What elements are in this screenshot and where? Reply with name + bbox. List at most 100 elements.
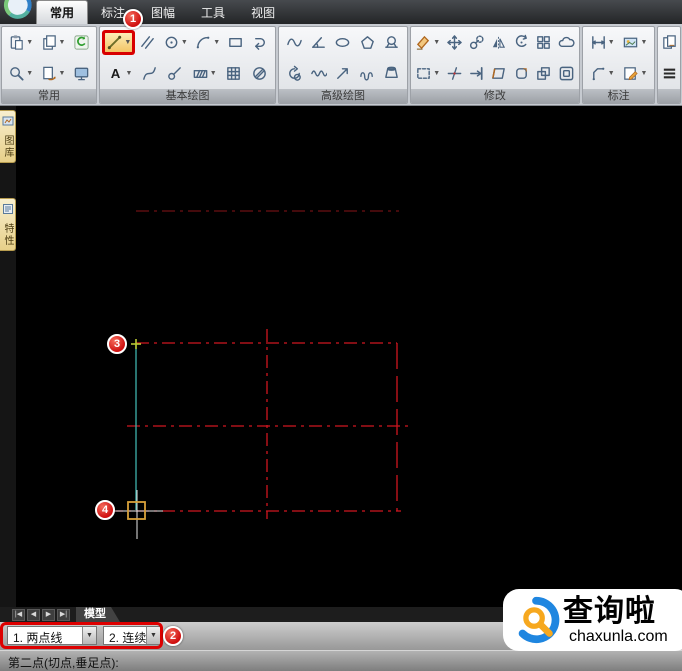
status-bar: 第二点(切点,垂足点): (0, 650, 682, 671)
chevron-down-icon[interactable]: ▼ (433, 39, 440, 46)
squiggle-button[interactable] (309, 64, 328, 83)
chevron-down-icon[interactable]: ▼ (146, 627, 160, 644)
move-button[interactable] (445, 33, 464, 52)
mirror-button[interactable] (489, 33, 508, 52)
angle-button[interactable] (309, 33, 328, 52)
tab-视图[interactable]: 视图 (238, 1, 288, 24)
chevron-down-icon[interactable]: ▼ (640, 70, 647, 77)
polygon-button[interactable] (358, 33, 377, 52)
chevron-down-icon[interactable]: ▼ (124, 39, 131, 46)
spline-button[interactable] (140, 64, 159, 83)
array-button[interactable] (534, 33, 553, 52)
ribbon: ▼ ▼ ▼ ▼ 常用 ▼ ▼ ▼ A ▼ ▼ 基本绘图 高级绘图 ▼ ▼ 修改 ▼ ▼ ▼ ▼ 标注 (0, 24, 682, 106)
shear-icon (490, 65, 507, 82)
send-button[interactable]: ▼ (40, 64, 67, 83)
app-logo-icon[interactable] (3, 0, 33, 20)
copyrot-button[interactable] (467, 33, 486, 52)
watermark: 查询啦 chaxunla.com (503, 589, 682, 651)
region-button[interactable] (250, 64, 269, 83)
wave-button[interactable] (285, 33, 304, 52)
chevron-down-icon[interactable]: ▼ (210, 70, 217, 77)
paste-button[interactable]: ▼ (7, 33, 34, 52)
dimstyle-button[interactable]: ▼ (621, 33, 648, 52)
frame-button[interactable] (512, 64, 531, 83)
chevron-down-icon[interactable]: ▼ (213, 39, 220, 46)
chevron-down-icon[interactable]: ▼ (181, 39, 188, 46)
menulines-button[interactable] (660, 64, 679, 83)
bearing-icon (383, 34, 400, 51)
rectangle-button[interactable] (226, 33, 245, 52)
chevron-down-icon[interactable]: ▼ (125, 70, 132, 77)
screen-button[interactable] (72, 64, 91, 83)
chevron-down-icon[interactable]: ▼ (26, 39, 33, 46)
sheet-nav-button-2[interactable]: ▶ (42, 608, 55, 621)
bearing-button[interactable] (382, 33, 401, 52)
sheet-nav-button-1[interactable]: ◀ (27, 608, 40, 621)
formula-button[interactable] (285, 64, 304, 83)
rotate-button[interactable] (512, 33, 531, 52)
parallel-icon (139, 34, 156, 51)
erase-button[interactable]: ▼ (414, 33, 441, 52)
chain-button[interactable] (358, 64, 377, 83)
dimlinear-button[interactable]: ▼ (589, 33, 616, 52)
ribbon-panel: ▼ ▼ ▼ ▼ 标注 (581, 26, 656, 104)
model-tab[interactable]: 模型 (76, 607, 120, 622)
angle-icon (310, 34, 327, 51)
line-type-combobox[interactable]: 1. 两点线 ▼ (7, 626, 97, 645)
panel-label: 高级绘图 (279, 89, 407, 103)
line-button[interactable]: ▼ (105, 33, 133, 53)
hatch-icon (225, 65, 242, 82)
hatch-button[interactable] (224, 64, 243, 83)
chevron-down-icon[interactable]: ▼ (608, 70, 615, 77)
tab-工具[interactable]: 工具 (188, 1, 238, 24)
sheet-nav-button-3[interactable]: ▶| (57, 608, 70, 621)
section-button[interactable]: ▼ (191, 64, 218, 83)
chevron-down-icon[interactable]: ▼ (82, 627, 96, 644)
ellipse-icon (334, 34, 351, 51)
panel-label: 基本绘图 (100, 89, 276, 103)
docpages-button[interactable] (660, 33, 679, 52)
chevron-down-icon[interactable]: ▼ (433, 70, 440, 77)
polygon-icon (359, 34, 376, 51)
tab-图幅[interactable]: 图幅 (138, 1, 188, 24)
dimedit-icon (622, 65, 639, 82)
dimedit-button[interactable]: ▼ (621, 64, 648, 83)
docpages-icon (661, 34, 678, 51)
region-icon (251, 65, 268, 82)
shear-button[interactable] (489, 64, 508, 83)
chevron-down-icon[interactable]: ▼ (640, 39, 647, 46)
zoom-button[interactable]: ▼ (7, 64, 34, 83)
hook-button[interactable] (251, 33, 270, 52)
chevron-down-icon[interactable]: ▼ (608, 39, 615, 46)
ribbon-tab-strip: 常用 标注 图幅 工具 视图 (36, 0, 288, 24)
line-mode-combobox[interactable]: 2. 连续 ▼ (103, 626, 161, 645)
dimcoord-button[interactable]: ▼ (589, 64, 616, 83)
chevron-down-icon[interactable]: ▼ (59, 39, 66, 46)
circle-button[interactable]: ▼ (162, 33, 189, 52)
chevron-down-icon[interactable]: ▼ (59, 70, 66, 77)
cone-button[interactable] (382, 64, 401, 83)
copy-button[interactable]: ▼ (40, 33, 67, 52)
cloud-button[interactable] (557, 33, 576, 52)
ellipse-button[interactable] (333, 33, 352, 52)
circle-icon (163, 34, 180, 51)
trim-button[interactable] (445, 64, 464, 83)
chevron-down-icon[interactable]: ▼ (26, 70, 33, 77)
tab-常用[interactable]: 常用 (36, 0, 89, 24)
arrow-button[interactable] (333, 64, 352, 83)
watermark-domain: chaxunla.com (569, 627, 668, 645)
stack-button[interactable] (534, 64, 553, 83)
sketch-button[interactable] (165, 64, 184, 83)
text-button[interactable]: A ▼ (106, 64, 133, 83)
select-button[interactable]: ▼ (414, 64, 441, 83)
line-mode-value: 2. 连续 (109, 631, 146, 644)
titlebar: 常用 标注 图幅 工具 视图 (0, 0, 682, 24)
offset-button[interactable] (557, 64, 576, 83)
sheet-nav-button-0[interactable]: |◀ (12, 608, 25, 621)
extend-button[interactable] (467, 64, 486, 83)
parallel-button[interactable] (138, 33, 157, 52)
arc-button[interactable]: ▼ (194, 33, 221, 52)
trim-icon (446, 65, 463, 82)
drawing-canvas[interactable]: 图库 特性 3 4 (0, 106, 682, 607)
refresh-button[interactable] (72, 33, 91, 52)
